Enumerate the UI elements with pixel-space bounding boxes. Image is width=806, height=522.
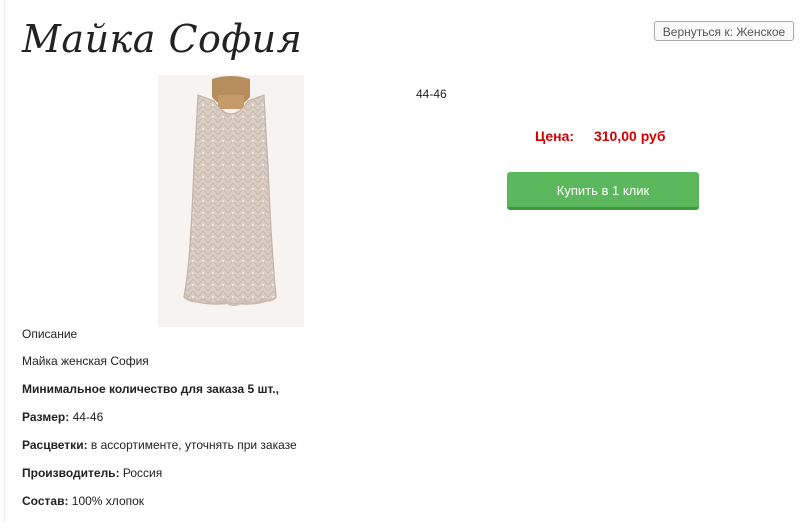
spec-label: Расцветки: <box>22 438 88 452</box>
page-left-border <box>4 0 5 522</box>
description-heading: Описание <box>22 327 78 341</box>
product-photo-dress <box>183 76 277 306</box>
price-block: Цена: 310,00 руб <box>535 128 666 144</box>
spec-value: 44-46 <box>72 410 104 424</box>
size-label: 44-46 <box>416 87 447 101</box>
price-value: 310,00 руб <box>593 128 666 144</box>
description-subtitle: Майка женская София <box>22 354 149 368</box>
min-order-text: Минимальное количество для заказа 5 шт., <box>22 382 279 396</box>
spec-row-size: Размер: 44-46 <box>22 410 103 424</box>
page-title: Майка София <box>22 17 303 61</box>
spec-value: 100% хлопок <box>71 494 145 508</box>
spec-row-composition: Состав: 100% хлопок <box>22 494 144 508</box>
min-order-note: Минимальное количество для заказа 5 шт., <box>22 382 279 396</box>
spec-value: Россия <box>122 466 163 480</box>
spec-label: Размер: <box>22 410 70 424</box>
spec-row-colors: Расцветки: в ассортименте, уточнять при … <box>22 438 297 452</box>
price-label: Цена: <box>535 128 575 144</box>
back-to-category-button[interactable]: Вернуться к: Женское <box>654 21 794 41</box>
spec-label: Состав: <box>22 494 69 508</box>
spec-label: Производитель: <box>22 466 120 480</box>
product-image[interactable] <box>158 75 304 327</box>
spec-row-manufacturer: Производитель: Россия <box>22 466 162 480</box>
buy-one-click-button[interactable]: Купить в 1 клик <box>507 172 699 210</box>
spec-value: в ассортименте, уточнять при заказе <box>90 438 297 452</box>
